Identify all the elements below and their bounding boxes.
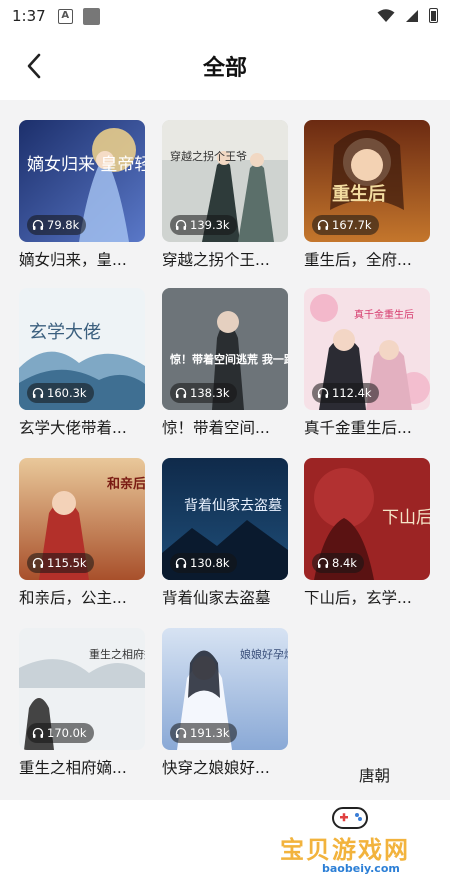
book-card[interactable]: 玄学大佬 160.3k 玄学大佬带着...	[19, 288, 151, 438]
svg-text:重生后: 重生后	[332, 183, 386, 205]
play-count-badge: 160.3k	[27, 383, 94, 403]
svg-text:和亲后 公主她被迫出嫁: 和亲后 公主她被迫出嫁	[107, 476, 145, 492]
book-card[interactable]: 穿越之拐个王爷 139.3k 穿越之拐个王...	[162, 120, 294, 270]
headphones-icon	[175, 727, 187, 738]
play-count: 167.7k	[332, 218, 372, 232]
book-card[interactable]: 和亲后 公主她被迫出嫁 115.5k 和亲后，公主...	[19, 458, 151, 608]
book-card[interactable]: 嫡女归来 皇帝轻点 79.8k 嫡女归来，皇...	[19, 120, 151, 270]
book-card[interactable]: 真千金重生后 112.4k 真千金重生后...	[304, 288, 436, 438]
book-cover: 真千金重生后 112.4k	[304, 288, 430, 410]
svg-text:真千金重生后: 真千金重生后	[354, 308, 414, 321]
play-count: 160.3k	[47, 386, 87, 400]
wifi-icon	[377, 8, 395, 22]
play-count: 112.4k	[332, 386, 372, 400]
svg-text:下山后: 下山后	[382, 508, 430, 528]
play-count: 138.3k	[190, 386, 230, 400]
book-title: 下山后，玄学...	[304, 589, 412, 607]
headphones-icon	[175, 219, 187, 230]
book-cover: 穿越之拐个王爷 139.3k	[162, 120, 288, 242]
play-count-badge: 191.3k	[170, 723, 237, 743]
headphones-icon	[175, 557, 187, 568]
book-title: 重生后，全府...	[304, 251, 412, 269]
status-time: 1:37	[12, 7, 46, 25]
play-count-badge: 139.3k	[170, 215, 237, 235]
play-count-badge: 115.5k	[27, 553, 94, 573]
book-title: 和亲后，公主...	[19, 589, 127, 607]
headphones-icon	[175, 387, 187, 398]
svg-text:重生之相府嫡女绝天下: 重生之相府嫡女绝天下	[89, 647, 145, 661]
svg-text:穿越之拐个王爷: 穿越之拐个王爷	[170, 149, 247, 163]
status-icons	[377, 8, 438, 23]
book-cover: 嫡女归来 皇帝轻点 79.8k	[19, 120, 145, 242]
headphones-icon	[317, 219, 329, 230]
play-count: 130.8k	[190, 556, 230, 570]
play-count: 191.3k	[190, 726, 230, 740]
book-cover: 和亲后 公主她被迫出嫁 115.5k	[19, 458, 145, 580]
watermark-url: baobeiy.com	[322, 862, 400, 875]
svg-text:惊！带着空间逃荒 我一路躺赢: 惊！带着空间逃荒 我一路躺赢	[170, 352, 288, 366]
book-card[interactable]: 重生后 167.7k 重生后，全府...	[304, 120, 436, 270]
status-bar: 1:37 A	[0, 0, 450, 32]
book-title: 重生之相府嫡...	[19, 759, 127, 777]
book-cover: 娘娘好孕爆棚 快穿之 191.3k	[162, 628, 288, 750]
site-watermark: 宝贝游戏网 baobeiy.com	[260, 790, 430, 890]
headphones-icon	[32, 557, 44, 568]
play-count: 115.5k	[47, 556, 87, 570]
headphones-icon	[32, 387, 44, 398]
play-count-badge: 130.8k	[170, 553, 237, 573]
play-count-badge: 138.3k	[170, 383, 237, 403]
play-count-badge: 170.0k	[27, 723, 94, 743]
book-card[interactable]: 重生之相府嫡女绝天下 170.0k 重生之相府嫡...	[19, 628, 151, 778]
headphones-icon	[32, 219, 44, 230]
svg-text:嫡女归来 皇帝轻点: 嫡女归来 皇帝轻点	[27, 155, 145, 175]
header: 全部	[0, 32, 450, 100]
book-title: 背着仙家去盗墓	[162, 589, 271, 607]
book-title: 快穿之娘娘好...	[162, 759, 270, 777]
book-list[interactable]: 嫡女归来 皇帝轻点 79.8k 嫡女归来，皇... 穿越之拐个王爷	[0, 100, 450, 875]
svg-text:娘娘好孕爆棚 快穿之: 娘娘好孕爆棚 快穿之	[240, 647, 288, 661]
notification-square-icon	[82, 7, 100, 25]
headphones-icon	[317, 387, 329, 398]
svg-text:玄学大佬: 玄学大佬	[29, 322, 101, 343]
book-title: 穿越之拐个王...	[162, 251, 270, 269]
book-cover: 背着仙家去盗墓 130.8k	[162, 458, 288, 580]
book-title: 惊！带着空间...	[162, 419, 270, 437]
play-count: 139.3k	[190, 218, 230, 232]
play-count-badge: 79.8k	[27, 215, 87, 235]
a-notification-icon: A	[57, 8, 73, 24]
headphones-icon	[32, 727, 44, 738]
svg-text:背着仙家去盗墓: 背着仙家去盗墓	[184, 497, 282, 514]
play-count-badge: 167.7k	[312, 215, 379, 235]
play-count: 170.0k	[47, 726, 87, 740]
book-title: 嫡女归来，皇...	[19, 251, 127, 269]
page-title: 全部	[202, 56, 247, 81]
book-card[interactable]: 背着仙家去盗墓 130.8k 背着仙家去盗墓	[162, 458, 294, 608]
gamepad-icon	[332, 807, 368, 829]
play-count: 79.8k	[47, 218, 80, 232]
book-cover: 惊！带着空间逃荒 我一路躺赢 138.3k	[162, 288, 288, 410]
book-title: 唐朝	[359, 767, 391, 785]
book-title: 玄学大佬带着...	[19, 419, 127, 437]
play-count-badge: 112.4k	[312, 383, 379, 403]
book-cover: 玄学大佬 160.3k	[19, 288, 145, 410]
play-count: 8.4k	[332, 556, 357, 570]
book-card[interactable]: 下山后 8.4k 下山后，玄学...	[304, 458, 436, 608]
watermark-title: 宝贝游戏网	[280, 836, 410, 864]
signal-icon	[406, 9, 418, 22]
book-cover: 重生后 167.7k	[304, 120, 430, 242]
battery-icon	[429, 8, 438, 23]
book-card[interactable]: 娘娘好孕爆棚 快穿之 191.3k 快穿之娘娘好...	[162, 628, 294, 778]
book-cover: 重生之相府嫡女绝天下 170.0k	[19, 628, 145, 750]
book-title: 真千金重生后...	[304, 419, 412, 437]
book-card[interactable]: 惊！带着空间逃荒 我一路躺赢 138.3k 惊！带着空间...	[162, 288, 294, 438]
headphones-icon	[317, 557, 329, 568]
play-count-badge: 8.4k	[312, 553, 364, 573]
book-cover: 下山后 8.4k	[304, 458, 430, 580]
